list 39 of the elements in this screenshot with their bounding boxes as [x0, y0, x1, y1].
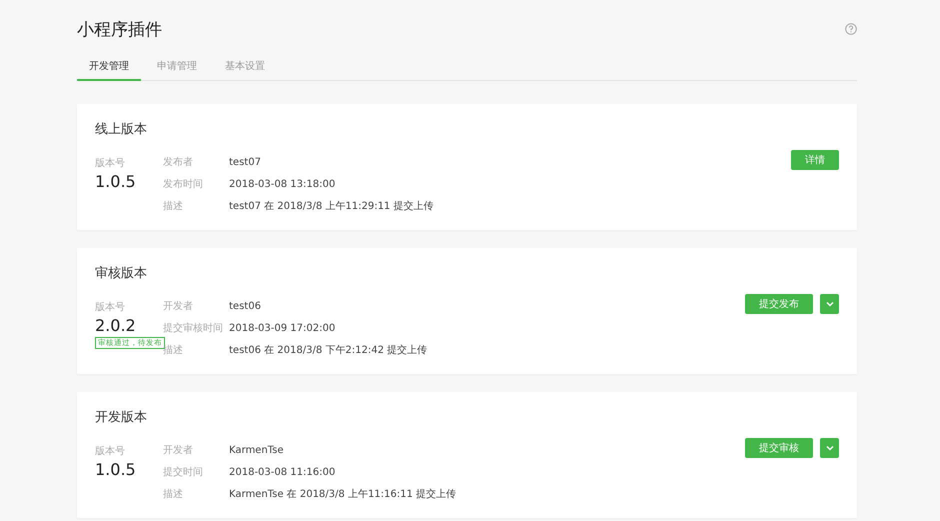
field-label: 发布者 [163, 156, 194, 170]
dropdown-button[interactable] [820, 294, 839, 314]
card-title: 审核版本 [95, 265, 148, 282]
tab[interactable]: 开发管理 [77, 54, 141, 81]
field-label: 提交审核时间 [163, 322, 224, 336]
field-label: 描述 [163, 344, 184, 358]
version-label: 版本号 [95, 300, 125, 314]
field-value: 2018-03-08 11:16:00 [229, 466, 336, 480]
field-label: 提交时间 [163, 466, 204, 480]
field-value: test07 [229, 156, 262, 170]
field-label: 发布时间 [163, 178, 204, 192]
field-value: KarmenTse [229, 444, 284, 458]
caret-icon [826, 301, 834, 307]
tab[interactable]: 申请管理 [145, 54, 209, 81]
version-label: 版本号 [95, 156, 125, 170]
action-button[interactable]: 提交发布 [745, 294, 813, 314]
field-value: 2018-03-08 13:18:00 [229, 178, 336, 192]
card-title: 线上版本 [95, 121, 148, 138]
field-label: 描述 [163, 200, 184, 214]
version-label: 版本号 [95, 444, 125, 458]
field-value: test06 在 2018/3/8 下午2:12:42 提交上传 [229, 344, 428, 358]
caret-icon [826, 445, 834, 451]
version-number: 1.0.5 [95, 172, 136, 191]
field-label: 开发者 [163, 444, 194, 458]
tab[interactable]: 基本设置 [213, 54, 277, 81]
field-value: test07 在 2018/3/8 上午11:29:11 提交上传 [229, 200, 434, 214]
version-number: 1.0.5 [95, 460, 136, 479]
page-title: 小程序插件 [77, 18, 162, 40]
field-value: 2018-03-09 17:02:00 [229, 322, 336, 336]
action-button[interactable]: 详情 [791, 150, 839, 170]
card-title: 开发版本 [95, 409, 148, 426]
action-button[interactable]: 提交审核 [745, 438, 813, 458]
field-value: test06 [229, 300, 262, 314]
dropdown-button[interactable] [820, 438, 839, 458]
help-icon[interactable] [845, 23, 857, 35]
field-value: KarmenTse 在 2018/3/8 上午11:16:11 提交上传 [229, 488, 458, 502]
version-number: 2.0.2 [95, 316, 136, 335]
field-label: 描述 [163, 488, 184, 502]
field-label: 开发者 [163, 300, 194, 314]
